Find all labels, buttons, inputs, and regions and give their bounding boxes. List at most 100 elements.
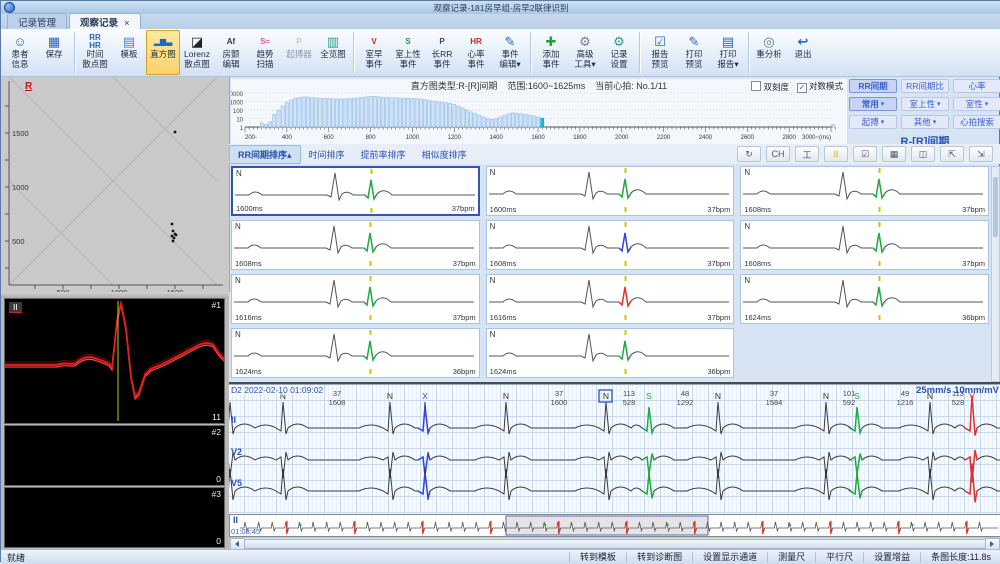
histogram-bar[interactable] (494, 118, 499, 128)
report-preview-button[interactable]: ☑ 报告 预览 (643, 30, 677, 75)
status-button-设置增益[interactable]: 设置增益 (863, 552, 920, 562)
histogram-bar[interactable] (465, 109, 469, 128)
histogram-bar[interactable] (356, 97, 360, 128)
histogram-bar[interactable] (335, 98, 339, 128)
histogram-bar[interactable] (523, 114, 528, 128)
checkbox-checked-icon[interactable] (796, 83, 807, 93)
beat-cell-1[interactable]: N 1600ms 37bpm (231, 166, 480, 216)
dual-scale-checkbox[interactable]: 双刻度 (751, 80, 789, 93)
template-section-2[interactable]: #2 0 (4, 425, 225, 486)
histogram-bar[interactable] (485, 118, 490, 128)
print-report-button[interactable]: ▤ 打印 报告▾ (711, 30, 745, 75)
histogram-bar[interactable] (268, 121, 272, 128)
patient-info-button[interactable]: ☺ 患者 信息 (3, 30, 37, 75)
histogram-bar[interactable] (364, 96, 369, 128)
status-button-测量尺[interactable]: 测量尺 (767, 552, 815, 562)
lorenz-plot[interactable]: 1500100050050010001500 (1, 77, 229, 292)
pvc-event-button[interactable]: V 室早 事件 (357, 30, 391, 75)
beat-cell-10[interactable]: N 1624ms 36bpm (231, 328, 480, 378)
histogram-bar[interactable] (272, 114, 277, 128)
print-preview-button[interactable]: ✎ 打印 预览 (677, 30, 711, 75)
histogram-bar[interactable] (393, 97, 398, 128)
beat-label-S[interactable]: S (646, 391, 652, 401)
histogram-bar[interactable] (310, 97, 314, 128)
filter-button-心率[interactable]: 心率 (953, 79, 1000, 93)
filter-button-室上性[interactable]: 室上性 ▾ (901, 97, 949, 111)
rhythm-overview-strip[interactable]: II 01:08:45 (229, 514, 1000, 537)
beat-cell-7[interactable]: N 1616ms 37bpm (231, 274, 480, 324)
histogram-bar[interactable] (377, 96, 381, 128)
refresh-icon[interactable]: ↻ (737, 146, 761, 162)
time-scatter-button[interactable]: RR HR 时间 散点图 (78, 30, 112, 75)
beat-label-X[interactable]: X (422, 391, 428, 401)
template-button[interactable]: ▤ 模板 (112, 30, 146, 75)
sort-tab-RR间期排序[interactable]: RR间期排序▴ (229, 144, 301, 164)
scroll-thumb[interactable] (244, 539, 990, 549)
sort-tab-提前率排序[interactable]: 提前率排序 (353, 146, 414, 163)
histogram-bar[interactable] (326, 98, 331, 128)
expand-icon[interactable]: ⇲ (969, 146, 993, 162)
grid-label-view-icon[interactable]: ◫ (911, 146, 935, 162)
lorenz-scatter-button[interactable]: ◪ Lorenz 散点图 (180, 30, 214, 75)
histogram-bar[interactable] (448, 103, 452, 128)
lorenz-plot-panel[interactable]: 1500100050050010001500 R (1, 77, 230, 292)
verify-icon[interactable]: ☑ (853, 146, 877, 162)
histogram-bar[interactable] (280, 105, 285, 128)
histogram-bar[interactable] (322, 98, 327, 128)
histogram-bar[interactable] (402, 97, 406, 128)
status-button-条图长度:11.8s[interactable]: 条图长度:11.8s (920, 552, 1000, 562)
histogram-bar[interactable] (314, 97, 319, 128)
histogram-bar[interactable] (343, 98, 348, 128)
histogram-bar[interactable] (398, 97, 402, 128)
histogram-bar[interactable] (435, 101, 440, 128)
histogram-bar[interactable] (502, 114, 507, 128)
histogram-bar[interactable] (477, 114, 482, 128)
beat-cell-8[interactable]: N 1616ms 37bpm (485, 274, 735, 324)
rhythm-waveform[interactable] (230, 515, 1000, 536)
histogram-bar[interactable] (305, 96, 310, 128)
histogram-bar[interactable] (515, 113, 519, 128)
template-section-3[interactable]: #3 0 (4, 487, 225, 548)
beat-cell-9[interactable]: N 1624ms 36bpm (740, 274, 989, 324)
beat-cell-5[interactable]: N 1608ms 37bpm (485, 220, 735, 270)
histogram-bar[interactable] (527, 114, 532, 128)
ecg-strip[interactable]: N N X N N S N N S N V 37 1608 37 1600 113 528 48 1292 37 158… (229, 384, 1000, 515)
histogram-bar[interactable] (490, 119, 494, 128)
histogram-bar[interactable] (831, 124, 835, 128)
beat-label-N[interactable]: N (603, 391, 609, 401)
grid-view-icon[interactable]: ▦ (882, 146, 906, 162)
event-edit-button[interactable]: ✎ 事件 编辑▾ (493, 30, 527, 75)
trend-scan-button[interactable]: S≈ 趋势 扫描 (248, 30, 282, 75)
histogram-bar[interactable] (301, 96, 306, 128)
beat-label-N[interactable]: N (503, 391, 509, 401)
histogram-bar[interactable] (439, 101, 444, 128)
histogram-bar[interactable] (506, 113, 511, 128)
histogram-button[interactable]: ▂▆▃ 直方图 (146, 30, 180, 75)
tab-record-management[interactable]: 记录管理 (7, 13, 68, 29)
histogram-bar[interactable] (285, 102, 289, 128)
filter-button-常用[interactable]: 常用 ▾ (849, 97, 897, 111)
histogram-bar[interactable] (431, 100, 436, 128)
overview-map-button[interactable]: ▥ 全览图 (316, 30, 350, 75)
status-button-转到诊断图[interactable]: 转到诊断图 (626, 552, 692, 562)
tab-observation-record[interactable]: 观察记录 × (69, 13, 141, 29)
close-tab-icon[interactable]: × (124, 18, 130, 29)
beat-cell-11[interactable]: N 1624ms 36bpm (485, 328, 735, 378)
histogram-bar[interactable] (460, 107, 465, 128)
histogram-bar[interactable] (259, 122, 264, 128)
hr-event-button[interactable]: HR 心率 事件 (459, 30, 493, 75)
beat-cell-3[interactable]: N 1608ms 37bpm (740, 166, 989, 216)
histogram-bar[interactable] (481, 116, 486, 128)
histogram-bar[interactable] (318, 98, 323, 128)
sort-tab-时间排序[interactable]: 时间排序 (301, 146, 353, 163)
histogram-bar[interactable] (289, 99, 293, 128)
histogram-bar[interactable] (444, 102, 448, 128)
log-mode-checkbox[interactable]: 对数模式 (796, 80, 843, 93)
histogram-bar-selected[interactable] (540, 117, 545, 128)
histogram-bar[interactable] (339, 98, 344, 128)
status-button-设置显示通道[interactable]: 设置显示通道 (692, 552, 767, 562)
histogram-bar[interactable] (456, 105, 461, 128)
rr-histogram-chart[interactable]: 10000 1000 100 10 1200- 400 600 800 1000 1200 1400… (231, 91, 847, 144)
histogram-bar[interactable] (385, 97, 390, 128)
filter-button-RR间期比[interactable]: RR间期比 (901, 79, 949, 93)
